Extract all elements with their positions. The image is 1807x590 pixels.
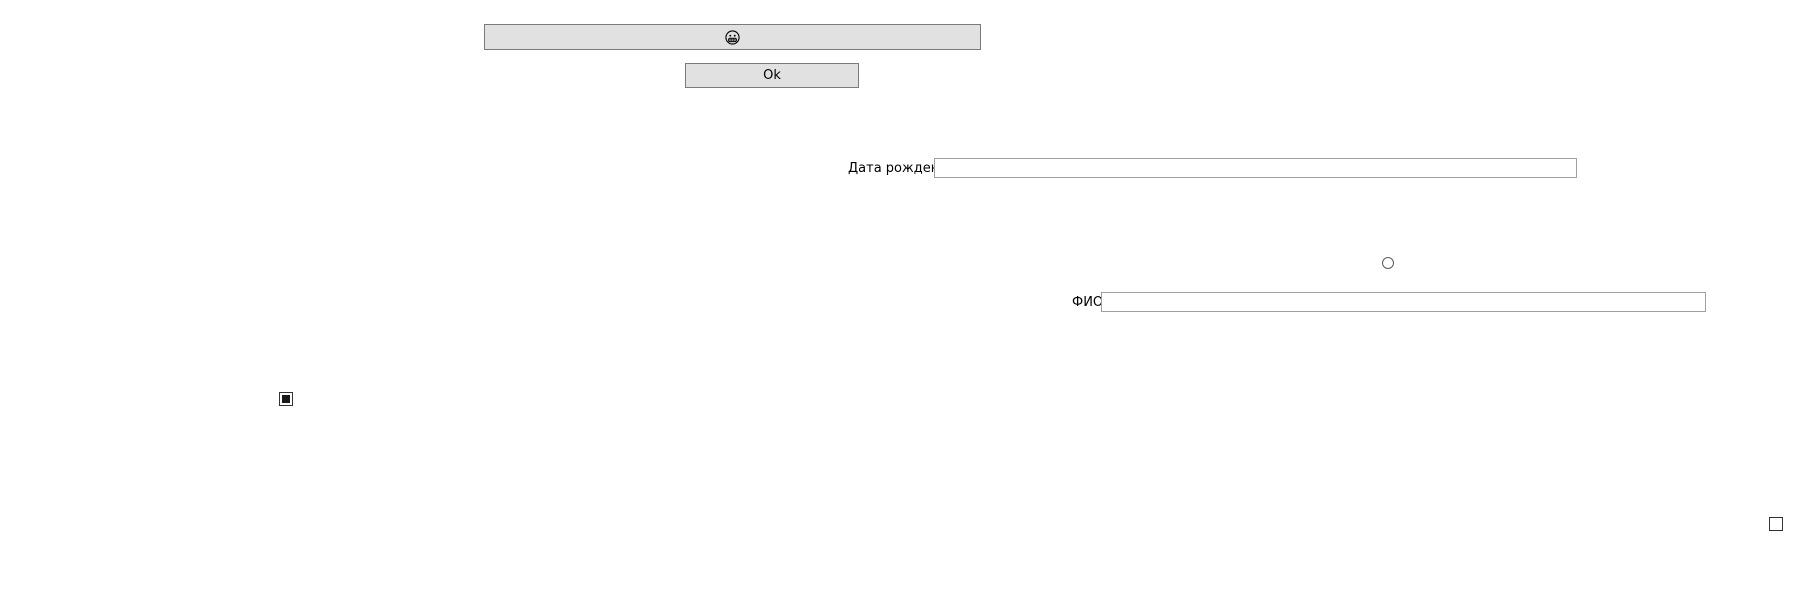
fio-label: ФИО: [1072, 295, 1104, 310]
radio-button[interactable]: [1382, 257, 1394, 269]
ok-button[interactable]: Ok: [685, 63, 859, 88]
birthdate-field[interactable]: [934, 158, 1577, 178]
emoji-button[interactable]: [484, 24, 981, 50]
checkbox-mark: [282, 395, 290, 403]
checkbox-unchecked[interactable]: [1769, 517, 1783, 531]
checkbox-checked[interactable]: [279, 392, 293, 406]
window-client-area: Ok Дата рождения ФИО: [0, 0, 1807, 590]
fio-field[interactable]: [1101, 292, 1706, 312]
grimacing-face-icon: [725, 29, 741, 45]
